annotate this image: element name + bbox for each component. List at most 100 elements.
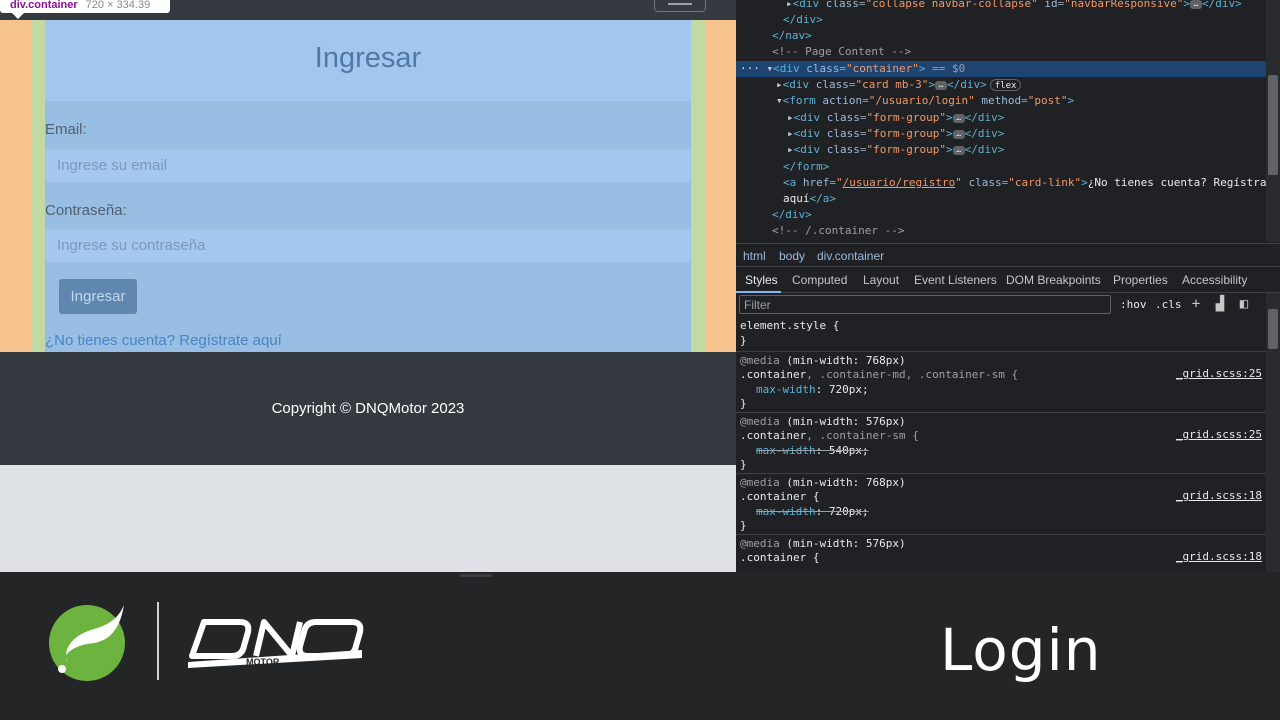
dom-node-form[interactable]: ▾<form action="/usuario/login" method="p…	[736, 93, 1266, 109]
rule-close: }	[740, 397, 747, 410]
css-property[interactable]: max-width	[756, 383, 816, 396]
styles-toolbar: Filter :hov .cls + ▟ ◧	[736, 293, 1280, 317]
tab-dom-breakpoints[interactable]: DOM Breakpoints	[1006, 273, 1101, 287]
register-link[interactable]: ¿No tienes cuenta? Regístrate aquí	[45, 332, 282, 349]
title-banner: MOTOR Login	[0, 572, 1280, 720]
dnq-logo-text: MOTOR	[246, 657, 280, 667]
resize-handle[interactable]	[460, 574, 492, 577]
padding-right-highlight	[691, 20, 706, 352]
breadcrumb-div-container[interactable]: div.container	[817, 249, 884, 263]
ellipsis-icon[interactable]: …	[952, 113, 965, 123]
dom-text: ¿No tienes cuenta? Regístrate	[1087, 176, 1266, 189]
dom-node-form-group[interactable]: ▸<div class="form-group">… </div>	[736, 142, 1266, 158]
style-rule-element[interactable]: element.style { }	[736, 317, 1266, 352]
dom-node-container-selected[interactable]: ··· ▾<div class="container"> == $0	[736, 61, 1266, 77]
dom-node-card[interactable]: ▸<div class="card mb-3">… </div> flex	[736, 77, 1266, 93]
card-title: Ingresar	[314, 42, 422, 74]
style-rule[interactable]: @media (min-width: 768px) .container { _…	[736, 474, 1266, 535]
dom-node-close-div[interactable]: </div>	[736, 12, 1266, 28]
dom-node-form-group[interactable]: ▸<div class="form-group">… </div>	[736, 126, 1266, 142]
source-link[interactable]: _grid.scss:25	[1176, 367, 1262, 380]
dom-node-card-link-cont[interactable]: aquí</a>	[736, 191, 1266, 207]
logo-divider	[157, 602, 159, 680]
source-link[interactable]: _grid.scss:18	[1176, 550, 1262, 563]
tab-computed[interactable]: Computed	[792, 273, 847, 287]
dom-node-close-div[interactable]: </div>	[736, 207, 1266, 223]
tab-styles[interactable]: Styles	[745, 273, 778, 287]
rule-selector: .container	[740, 429, 807, 442]
dom-attr: card mb-3	[862, 78, 922, 91]
dom-node-comment[interactable]: <!-- Page Content -->	[736, 44, 1266, 60]
source-link[interactable]: _grid.scss:25	[1176, 428, 1262, 441]
media-query: (min-width: 576px)	[786, 537, 906, 550]
login-submit-button[interactable]: Ingresar	[59, 279, 137, 314]
dom-tag: </div>	[772, 208, 812, 221]
tab-properties[interactable]: Properties	[1113, 273, 1168, 287]
email-field[interactable]: Ingrese su email	[45, 149, 691, 183]
ellipsis-icon[interactable]: …	[952, 145, 965, 155]
dom-attr: post	[1034, 94, 1061, 107]
breadcrumb: html body div.container	[736, 243, 1280, 267]
media-keyword: @media	[740, 537, 780, 550]
hov-toggle-button[interactable]: :hov	[1120, 298, 1147, 311]
tab-layout[interactable]: Layout	[863, 273, 899, 287]
footer-copyright: Copyright © DNQMotor 2023	[271, 400, 465, 417]
rule-selector: .container {	[740, 490, 820, 503]
dom-node-comment[interactable]: <!-- /.container -->	[736, 223, 1266, 239]
elements-scrollbar[interactable]	[1266, 0, 1280, 242]
flex-badge[interactable]: flex	[989, 79, 1022, 91]
dnq-motor-logo: MOTOR	[188, 619, 364, 668]
padding-left-highlight	[31, 20, 45, 352]
css-property-overridden[interactable]: max-width	[756, 505, 816, 518]
dom-node-form-group[interactable]: ▸<div class="form-group">… </div>	[736, 110, 1266, 126]
add-rule-icon[interactable]: +	[1188, 296, 1204, 312]
dom-tag: </nav>	[772, 29, 812, 42]
media-keyword: @media	[740, 415, 780, 428]
dom-node-navbar-collapse[interactable]: ▸<div class="collapse navbar-collapse" i…	[736, 0, 1266, 12]
dom-node-close-form[interactable]: </form>	[736, 159, 1266, 175]
cls-toggle-button[interactable]: .cls	[1155, 298, 1182, 311]
dom-href-link[interactable]: /usuario/registro	[843, 176, 956, 189]
ellipsis-icon[interactable]: …	[952, 129, 965, 139]
password-field[interactable]: Ingrese su contraseña	[45, 229, 691, 263]
css-value-overridden[interactable]: : 720px;	[816, 505, 869, 518]
rule-selector: element.style {	[740, 319, 840, 332]
inspect-tooltip: div.container 720 × 334.39	[0, 0, 170, 13]
footer: Copyright © DNQMotor 2023	[0, 352, 736, 465]
css-value[interactable]: : 720px;	[816, 383, 869, 396]
media-keyword: @media	[740, 476, 780, 489]
password-label: Contraseña:	[45, 202, 127, 219]
breadcrumb-body[interactable]: body	[779, 249, 805, 263]
page-viewport: div.container 720 × 334.39 Ingresar Email…	[0, 0, 736, 572]
tooltip-arrow-icon	[12, 13, 24, 19]
dom-node-card-link[interactable]: <a href="/usuario/registro" class="card-…	[736, 175, 1266, 191]
style-rule[interactable]: @media (min-width: 768px) .container, .c…	[736, 352, 1266, 413]
page-title: Login	[940, 616, 1102, 684]
style-rule[interactable]: @media (min-width: 576px) .container, .c…	[736, 413, 1266, 474]
ellipsis-icon[interactable]: …	[934, 80, 947, 90]
navbar-toggler-button[interactable]	[654, 0, 706, 12]
rule-close: }	[740, 458, 747, 471]
styles-filter-input[interactable]: Filter	[739, 295, 1111, 314]
scrollbar-thumb[interactable]	[1268, 309, 1278, 349]
css-value-overridden[interactable]: : 540px;	[816, 444, 869, 457]
toggle-sidebar-icon[interactable]: ◧	[1236, 296, 1252, 312]
tooltip-tag: div.container	[10, 0, 78, 11]
styles-scrollbar[interactable]	[1266, 293, 1280, 572]
tab-accessibility[interactable]: Accessibility	[1182, 273, 1247, 287]
hamburger-icon	[668, 3, 692, 5]
dom-node-close-nav[interactable]: </nav>	[736, 28, 1266, 44]
ellipsis-icon[interactable]: …	[1190, 0, 1203, 9]
scrollbar-thumb[interactable]	[1268, 75, 1278, 175]
devtools-panel: ▸<div class="collapse navbar-collapse" i…	[736, 0, 1280, 572]
rule-selector: .container	[740, 368, 807, 381]
paint-brush-icon[interactable]: ▟	[1212, 296, 1228, 312]
breadcrumb-html[interactable]: html	[743, 249, 766, 263]
dom-attr: collapse navbar-collapse	[872, 0, 1032, 10]
tooltip-size: 720 × 334.39	[85, 0, 151, 11]
rule-close: }	[740, 519, 747, 532]
style-rule[interactable]: @media (min-width: 576px) .container { _…	[736, 535, 1266, 572]
source-link[interactable]: _grid.scss:18	[1176, 489, 1262, 502]
tab-event-listeners[interactable]: Event Listeners	[914, 273, 997, 287]
css-property-overridden[interactable]: max-width	[756, 444, 816, 457]
